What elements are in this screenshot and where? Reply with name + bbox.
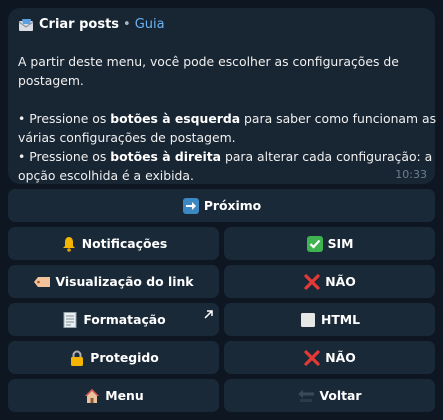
menu-button[interactable]: Menu [8, 379, 219, 412]
check-mark-icon [306, 235, 324, 252]
link-preview-toggle[interactable]: NÃO [224, 265, 435, 298]
header-separator: • [123, 17, 131, 32]
next-button[interactable]: Próximo [8, 189, 435, 222]
document-icon [61, 311, 79, 328]
bullet-1-line-2: várias configurações de postagem. [18, 130, 236, 145]
label-tag-icon [33, 274, 51, 290]
bell-icon [60, 236, 78, 252]
cross-mark-icon [303, 349, 321, 366]
notifications-label: Notificações [81, 236, 168, 251]
formatting-toggle[interactable]: HTML [224, 303, 435, 336]
header-subtitle[interactable]: Guia [135, 16, 165, 34]
bullet-1-suffix: para saber como funcionam as [240, 111, 437, 126]
protected-toggle[interactable]: NÃO [224, 341, 435, 374]
white-square-icon [299, 312, 317, 328]
message-bubble: Criar posts • Guia A partir deste menu, … [8, 8, 436, 185]
bullet-2-suffix: para alterar cada configuração: a [221, 149, 433, 164]
bullet-2-bold: botões à direita [110, 149, 222, 164]
formatting-button[interactable]: Formatação [8, 303, 219, 336]
message-timestamp: 10:33 [395, 168, 427, 181]
bullet-1-prefix: • Pressione os [18, 111, 111, 126]
message-body: A partir deste menu, você pode escolher … [18, 52, 436, 185]
lock-icon [68, 350, 86, 366]
notifications-toggle[interactable]: SIM [224, 227, 435, 260]
formatting-label: Formatação [83, 312, 166, 327]
formatting-value: HTML [320, 312, 361, 327]
link-preview-label: Visualização do link [55, 274, 194, 289]
cross-mark-icon [303, 273, 321, 290]
back-button[interactable]: Voltar [224, 379, 435, 412]
house-icon [83, 388, 101, 404]
protected-value: NÃO [325, 350, 356, 365]
bullet-2-prefix: • Pressione os [18, 149, 111, 164]
link-preview-button[interactable]: Visualização do link [8, 265, 219, 298]
bullet-right-buttons: • Pressione os botões à direita para alt… [18, 147, 432, 166]
intro-line-1: A partir deste menu, você pode escolher … [18, 54, 399, 69]
menu-label: Menu [105, 388, 144, 403]
notifications-button[interactable]: Notificações [8, 227, 219, 260]
bullet-left-buttons: • Pressione os botões à esquerda para sa… [18, 109, 436, 128]
back-arrow-icon [297, 388, 315, 404]
header-title: Criar posts [39, 17, 120, 32]
bullet-2-line-2: opção escolhida é a exibida. [18, 168, 194, 183]
bullet-1-bold: botões à esquerda [110, 111, 241, 126]
envelope-icon [18, 18, 34, 32]
link-preview-value: NÃO [325, 274, 356, 289]
intro-line-2: postagem. [18, 73, 84, 88]
right-arrow-icon [182, 197, 200, 214]
back-label: Voltar [319, 388, 362, 403]
message-header: Criar posts • Guia [18, 16, 425, 34]
external-arrow-icon [204, 307, 213, 319]
next-button-label: Próximo [203, 198, 262, 213]
notifications-value: SIM [327, 236, 354, 251]
protected-button[interactable]: Protegido [8, 341, 219, 374]
protected-label: Protegido [90, 350, 159, 365]
